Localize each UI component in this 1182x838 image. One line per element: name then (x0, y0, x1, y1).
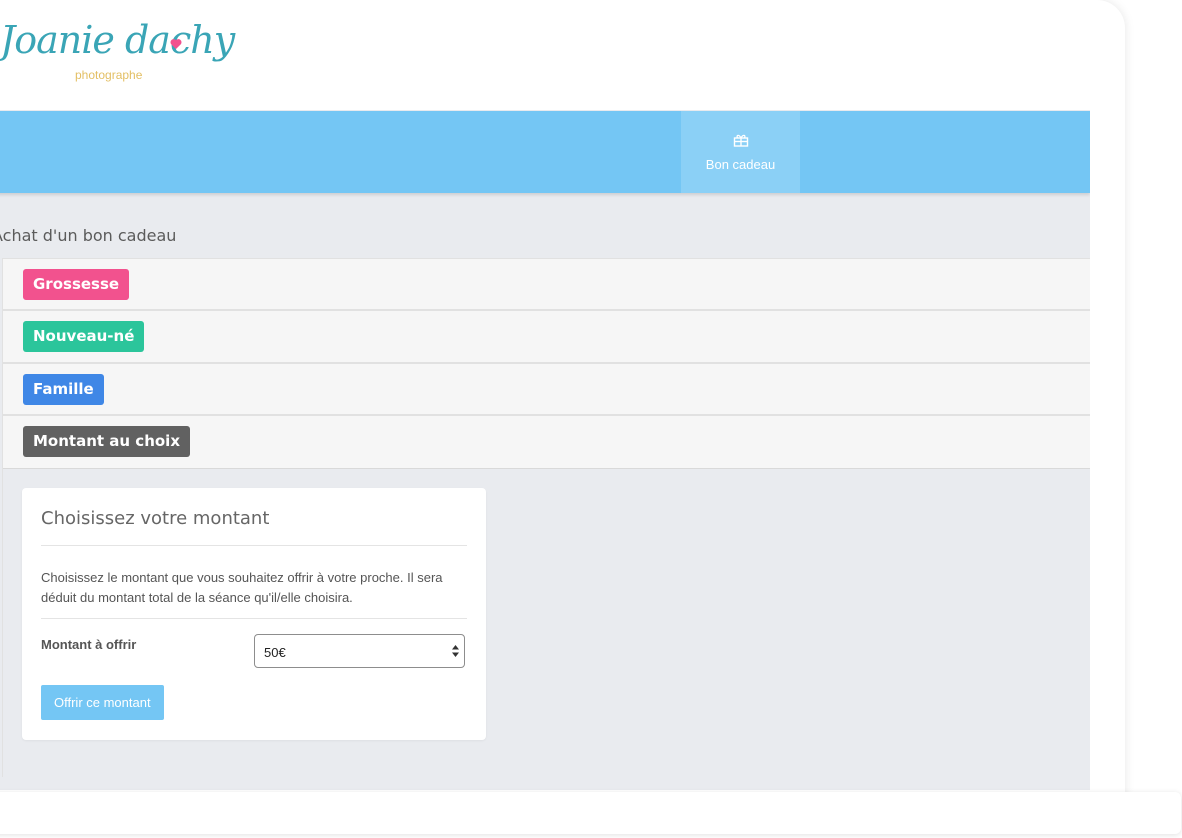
card-description: Choisissez le montant que vous souhaitez… (41, 570, 443, 605)
category-badge-famille: Famille (23, 374, 104, 405)
offer-amount-button[interactable]: Offrir ce montant (41, 685, 164, 720)
divider (41, 545, 467, 546)
category-badge-grossesse: Grossesse (23, 269, 130, 300)
main-navbar: Bon cadeau (0, 111, 1090, 193)
divider (41, 618, 467, 619)
select-arrows-icon (452, 645, 459, 657)
nav-item-label: Bon cadeau (705, 157, 776, 172)
amount-card: Choisissez votre montant Choisissez le m… (22, 488, 486, 740)
accordion-header[interactable]: Montant au choix (3, 416, 1090, 466)
accordion-header[interactable]: Famille (3, 364, 1090, 414)
device-bottom-edge (0, 792, 1181, 834)
nav-item-bon-cadeau[interactable]: Bon cadeau (681, 111, 800, 193)
accordion-nouveau-ne[interactable]: Nouveau-né (2, 310, 1090, 363)
card-title: Choisissez votre montant (41, 508, 270, 529)
accordion-famille[interactable]: Famille (2, 363, 1090, 415)
site-logo[interactable]: Joanie dachy photographe (0, 18, 235, 98)
accordion-montant-au-choix[interactable]: Montant au choix Choisissez votre montan… (2, 415, 1090, 779)
accordion-panel: Choisissez votre montant Choisissez le m… (3, 468, 1090, 779)
device-frame: Joanie dachy photographe Bon cadeau Acha… (0, 0, 1125, 800)
category-badge-nouveau-ne: Nouveau-né (23, 321, 145, 352)
accordion-header[interactable]: Grossesse (3, 259, 1090, 309)
amount-select[interactable]: 50€ (254, 634, 465, 668)
amount-label: Montant à offrir (41, 637, 137, 652)
accordion-header[interactable]: Nouveau-né (3, 311, 1090, 361)
category-badge-montant-au-choix: Montant au choix (23, 426, 190, 457)
site-header: Joanie dachy photographe (0, 0, 1090, 110)
gift-icon (733, 134, 749, 147)
accordion-grossesse[interactable]: Grossesse (2, 258, 1090, 310)
logo-subtitle: photographe (75, 68, 143, 82)
browser-viewport: Joanie dachy photographe Bon cadeau Acha… (0, 0, 1090, 790)
amount-select-value: 50€ (264, 645, 286, 660)
logo-text: Joanie dachy (0, 18, 235, 62)
heart-icon (170, 39, 182, 49)
page-title: Achat d'un bon cadeau (0, 225, 177, 245)
